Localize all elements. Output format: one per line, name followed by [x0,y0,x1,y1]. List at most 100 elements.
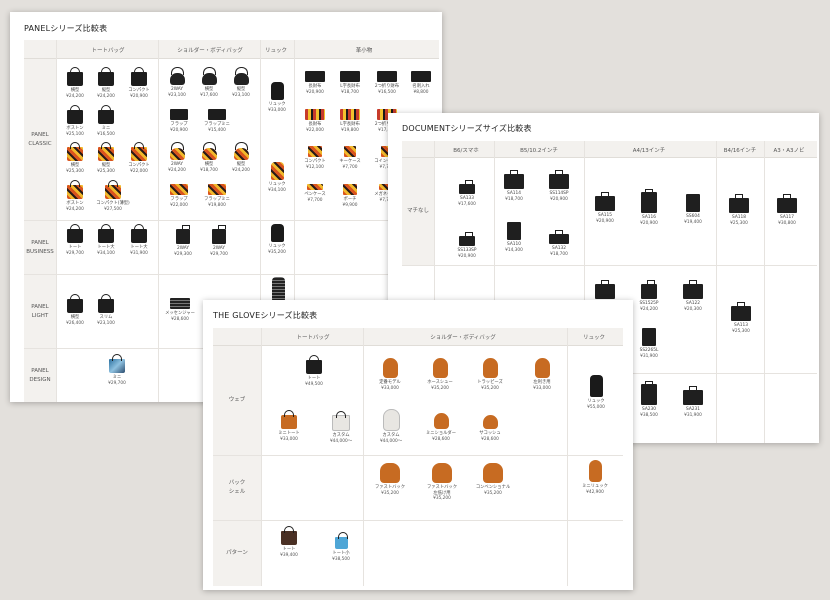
product-price: ¥35,200 [484,490,502,496]
product-card[interactable]: 横型 ¥25,300 [62,142,88,174]
product-card[interactable]: ミニ ¥16,500 [93,105,119,137]
product-card[interactable]: L字長財布 ¥19,800 [334,105,366,133]
product-card[interactable]: SS604 ¥19,400 [678,191,708,225]
product-card[interactable]: コンベンショナル ¥35,200 [473,460,513,496]
product-card[interactable]: SA114 ¥18,700 [500,169,528,202]
product-price: ¥35,200 [431,385,449,391]
product-card[interactable]: リュック ¥33,000 [263,82,291,113]
product-price: ¥44,000〜 [329,438,353,444]
product-card[interactable]: カスタム ¥44,000〜 [323,410,359,444]
product-price: ¥24,200 [97,93,115,99]
product-card[interactable]: ボストン ¥25,100 [62,105,88,137]
product-card[interactable]: スリム ¥23,100 [93,294,119,326]
product-card[interactable]: SA230 ¥38,500 [634,381,664,418]
bag-image [67,224,83,243]
product-card[interactable]: SA113 ¥25,300 [726,301,756,334]
product-card[interactable]: 2WAY ¥23,100 [164,67,190,98]
bag-image [67,142,83,161]
product-card[interactable]: ペンケース ¥7,700 [300,180,330,203]
product-price: ¥29,700 [210,251,228,257]
product-card[interactable]: 2WAY ¥24,200 [164,142,190,173]
product-card[interactable]: 長財布 ¥20,900 [300,67,330,95]
product-card[interactable]: トート大 ¥34,100 [93,224,119,256]
product-card[interactable]: SS1525P ¥24,200 [634,279,664,312]
product-card[interactable]: コンパクト ¥22,000 [124,142,154,174]
product-card[interactable]: トート大 ¥31,900 [124,224,154,256]
product-card[interactable]: フラップ ¥20,900 [164,105,194,133]
product-price: ¥24,200 [66,206,84,212]
product-card[interactable]: 縦型 ¥24,200 [93,67,119,99]
product-card[interactable]: SA133 ¥17,600 [452,179,482,207]
product-card[interactable]: ファストバック ¥35,200 [371,460,409,496]
product-price: ¥14,300 [505,247,523,253]
product-price: ¥25,300 [97,168,115,174]
product-card[interactable]: L字長財布 ¥18,700 [334,67,366,95]
product-card[interactable]: ミニトート ¥33,000 [273,410,305,442]
bag-image [306,355,322,374]
product-card[interactable]: トート ¥29,700 [62,224,88,256]
product-card[interactable]: フラップミニ ¥15,400 [200,105,234,133]
product-card[interactable]: 長財布 ¥22,000 [300,105,330,133]
product-card[interactable]: SS133SP ¥20,900 [452,231,482,259]
product-price: ¥27,500 [104,206,122,212]
bag-image [382,409,400,431]
product-card[interactable]: トート小 ¥38,500 [325,532,357,562]
product-card[interactable]: メッセンジャー ¥28,600 [160,294,200,322]
product-card[interactable]: コンパクト ¥20,900 [124,67,154,99]
product-card[interactable]: 横型 ¥17,600 [196,67,222,98]
product-card[interactable]: トラッピーズ ¥35,200 [473,355,507,391]
product-card[interactable]: 横型 ¥24,200 [62,67,88,99]
product-card[interactable]: SA132 ¥18,700 [544,229,574,257]
bag-image [98,105,114,124]
product-card[interactable]: SA118 ¥25,300 [724,193,754,226]
product-card[interactable]: ポーチ ¥9,900 [334,180,366,208]
product-card[interactable]: トート ¥49,500 [299,355,329,387]
product-card[interactable]: ボストン ¥24,200 [62,180,88,212]
bag-image [201,67,217,85]
product-card[interactable]: 横型 ¥18,700 [196,142,222,173]
product-card[interactable]: SA231 ¥31,900 [678,385,708,418]
bag-image [686,194,700,212]
bag-image [208,184,226,195]
product-card[interactable]: ミニ ¥29,700 [104,354,130,386]
product-card[interactable]: 左利き用 ¥33,000 [525,355,559,391]
product-card[interactable]: 名刺入れ ¥8,800 [406,67,436,95]
product-card[interactable]: SS114SP ¥20,900 [544,169,574,202]
product-card[interactable]: 縦型 ¥25,300 [93,142,119,174]
product-card[interactable]: フラップ ¥22,000 [164,180,194,208]
bag-image [105,180,121,199]
product-card[interactable]: 定番モデル ¥33,000 [373,355,407,391]
product-card[interactable]: ミニリュック ¥42,900 [577,460,613,495]
product-card[interactable]: SA122 ¥20,300 [678,279,708,312]
product-card[interactable]: コンパクト ¥12,100 [300,142,330,170]
product-card[interactable]: SA115 ¥20,900 [590,191,620,224]
product-card[interactable]: SS2265L ¥31,900 [634,325,664,359]
product-card[interactable]: サコッシュ ¥28,600 [473,406,507,442]
product-price: ¥23,100 [168,92,186,98]
product-card[interactable]: リュック ¥34,100 [263,162,291,193]
product-card[interactable]: リュック ¥35,200 [263,224,291,255]
product-card[interactable]: フラップミニ ¥19,800 [200,180,234,208]
product-price: ¥20,900 [458,253,476,259]
product-card[interactable]: 2WAY ¥29,300 [168,224,198,257]
product-card[interactable]: ミニショルダー ¥28,600 [421,406,461,442]
product-price: ¥16,500 [97,131,115,137]
product-card[interactable]: ホースシュー ¥35,200 [423,355,457,391]
product-card[interactable]: ファストバック 左低け用 ¥35,200 [423,460,461,502]
product-card[interactable]: 縦型 ¥23,100 [228,67,254,98]
product-card[interactable]: 横型 ¥26,400 [62,294,88,326]
product-card[interactable]: SA110 ¥14,300 [500,219,528,253]
product-card[interactable]: SA117 ¥30,800 [772,193,802,226]
product-card[interactable]: 2WAY ¥29,700 [204,224,234,257]
product-card[interactable]: リュック ¥55,000 [581,375,611,410]
product-card[interactable]: トート ¥39,400 [273,526,305,558]
product-card[interactable]: コンパクト(薄型) ¥27,500 [93,180,133,212]
product-name: ミニショルダー [425,431,457,436]
product-price: ¥17,600 [200,92,218,98]
product-card[interactable] [590,279,620,301]
product-card[interactable]: 縦型 ¥24,200 [228,142,254,173]
product-card[interactable]: キーケース ¥7,700 [334,142,366,170]
product-card[interactable]: SA116 ¥20,900 [634,189,664,226]
product-card[interactable]: カスタム ¥44,000〜 [373,406,409,444]
product-card[interactable]: 2つ折り財布 ¥16,500 [370,67,404,95]
